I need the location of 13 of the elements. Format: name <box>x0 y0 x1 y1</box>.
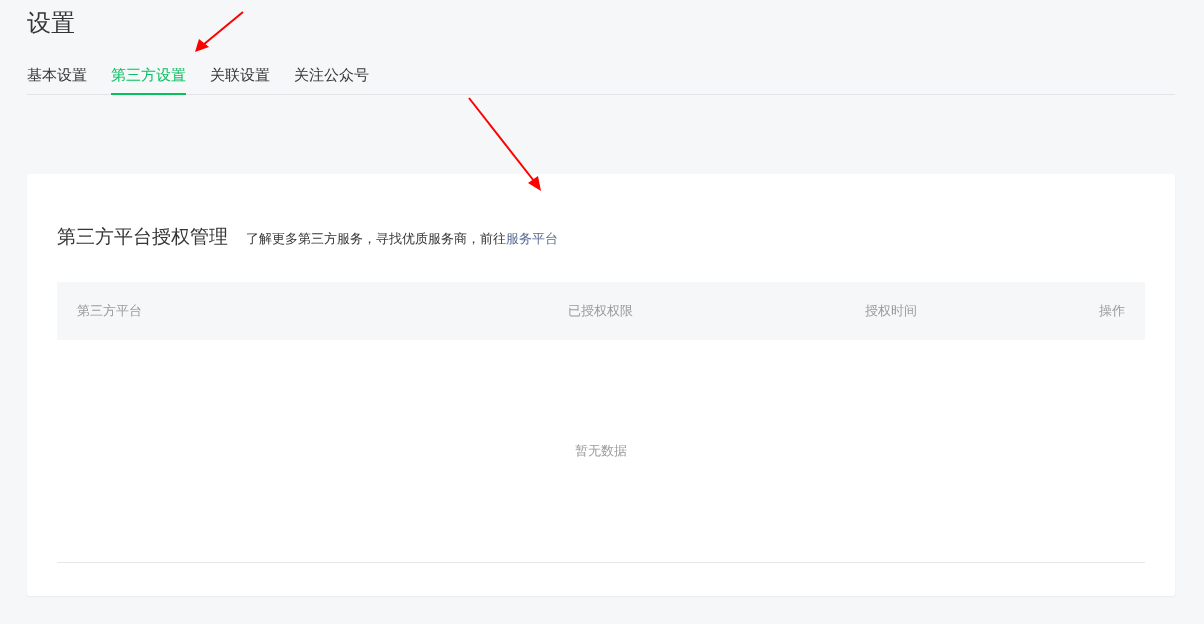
column-header: 操作 <box>1099 302 1125 320</box>
column-header: 已授权权限 <box>568 302 634 320</box>
column-header: 第三方平台 <box>77 302 143 320</box>
service-platform-link[interactable]: 服务平台 <box>506 231 558 246</box>
card-title: 第三方平台授权管理 <box>57 224 228 249</box>
tab[interactable]: 关联设置 <box>210 62 270 95</box>
column-header: 授权时间 <box>865 302 918 320</box>
tab[interactable]: 基本设置 <box>27 62 87 95</box>
empty-text: 暂无数据 <box>575 442 627 460</box>
page-title: 设置 <box>27 8 75 39</box>
tab[interactable]: 关注公众号 <box>294 62 369 95</box>
annotation-arrow <box>195 11 244 52</box>
card-description: 了解更多第三方服务，寻找优质服务商，前往服务平台 <box>246 230 558 248</box>
